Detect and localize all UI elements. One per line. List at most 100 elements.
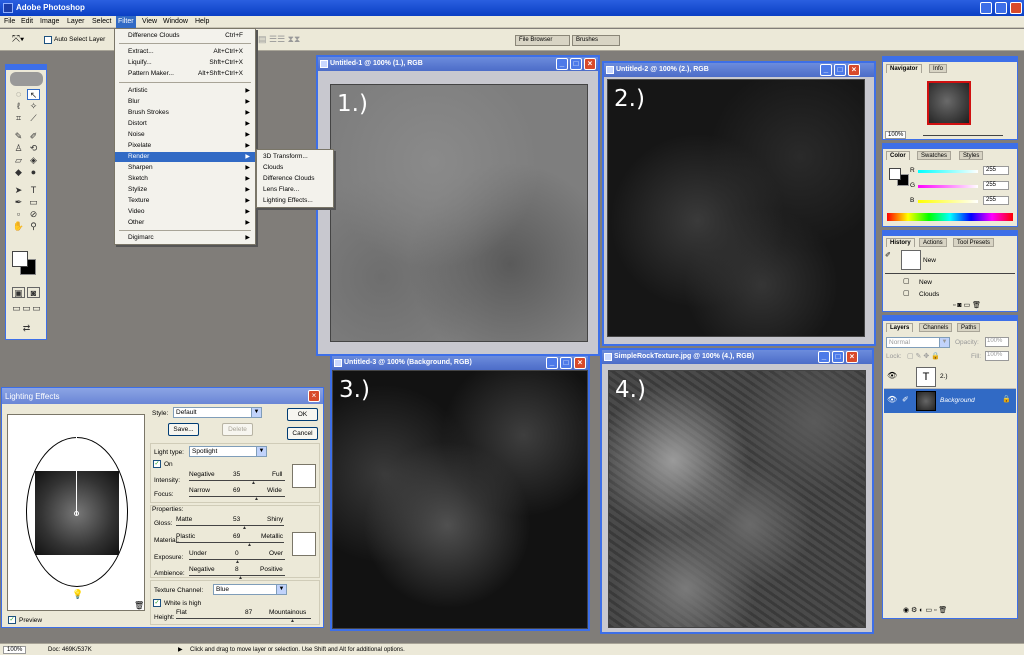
- move-tool-icon[interactable]: ⤧▾: [12, 34, 24, 45]
- material-color-swatch[interactable]: [292, 532, 316, 556]
- tab-tool-presets[interactable]: Tool Presets: [953, 238, 995, 247]
- status-arrow-icon[interactable]: ▶: [178, 646, 183, 653]
- delete-button[interactable]: Delete: [222, 423, 253, 436]
- height-slider-thumb[interactable]: ▲: [290, 618, 295, 624]
- document-window-2[interactable]: Untitled-2 @ 100% (2.), RGB _ □ × 2.): [602, 61, 876, 346]
- light-color-swatch[interactable]: [292, 464, 316, 488]
- menu-item-stylize[interactable]: Stylize ▶: [115, 185, 255, 195]
- doc3-canvas[interactable]: 3.): [332, 370, 588, 629]
- doc4-close-button[interactable]: ×: [846, 351, 858, 363]
- doc1-maximize-button[interactable]: □: [570, 58, 582, 70]
- navigator-zoom-slider[interactable]: [923, 135, 1003, 136]
- channel-r-value[interactable]: 255: [983, 166, 1009, 175]
- fill-field[interactable]: 100%: [985, 351, 1009, 361]
- hand-tool-icon[interactable]: ✋: [12, 221, 25, 232]
- path-select-icon[interactable]: ➤: [12, 185, 25, 196]
- menu-item-extract[interactable]: Extract... Alt+Ctrl+X: [115, 47, 255, 57]
- close-button[interactable]: [1010, 2, 1022, 14]
- menu-item-video[interactable]: Video ▶: [115, 207, 255, 217]
- menu-item-distort[interactable]: Distort ▶: [115, 119, 255, 129]
- move-tool-icon[interactable]: ↖: [27, 89, 40, 100]
- focus-slider-thumb[interactable]: ▲: [254, 496, 259, 502]
- quick-mask-icon[interactable]: ◙: [27, 287, 40, 298]
- status-doc-size[interactable]: Doc: 469K/537K: [48, 647, 92, 653]
- doc2-titlebar[interactable]: Untitled-2 @ 100% (2.), RGB _ □ ×: [604, 63, 874, 77]
- texture-channel-select[interactable]: Blue ▼: [213, 584, 287, 595]
- history-brush-source-icon[interactable]: ✐: [885, 251, 899, 269]
- layer-row[interactable]: 👁 T 2.): [884, 365, 1016, 389]
- gloss-slider-thumb[interactable]: ▲: [242, 525, 247, 531]
- menu-item-noise[interactable]: Noise ▶: [115, 130, 255, 140]
- stamp-tool-icon[interactable]: ♙: [12, 143, 25, 154]
- foreground-color-swatch[interactable]: [12, 251, 28, 267]
- menu-select[interactable]: Select: [92, 18, 111, 25]
- doc2-minimize-button[interactable]: _: [820, 64, 832, 76]
- layers-footer-icons[interactable]: ◉ ⚙ ◐ ▭ ▫ 🗑: [903, 606, 947, 614]
- zoom-tool-icon[interactable]: ⚲: [27, 221, 40, 232]
- doc3-titlebar[interactable]: Untitled-3 @ 100% (Background, RGB) _ □ …: [332, 356, 588, 370]
- light-on-checkbox[interactable]: ✓: [153, 460, 161, 468]
- healing-brush-icon[interactable]: ✎: [12, 131, 25, 142]
- panel-titlebar[interactable]: [883, 231, 1017, 236]
- layer-row-selected[interactable]: 👁 ✐ Background 🔒: [884, 389, 1016, 413]
- maximize-button[interactable]: [995, 2, 1007, 14]
- magic-wand-icon[interactable]: ✧: [27, 101, 40, 112]
- pen-tool-icon[interactable]: ✒: [12, 197, 25, 208]
- save-button[interactable]: Save...: [168, 423, 199, 436]
- eyedropper-icon[interactable]: ⊘: [27, 209, 40, 220]
- document-window-1[interactable]: Untitled-1 @ 100% (1.), RGB _ □ × 1.): [316, 55, 600, 356]
- blend-mode-select[interactable]: Normal ▼: [886, 337, 950, 348]
- menu-filter[interactable]: Filter: [116, 16, 136, 28]
- tab-history[interactable]: History: [886, 238, 915, 247]
- eraser-tool-icon[interactable]: ▱: [12, 155, 25, 166]
- type-tool-icon[interactable]: T: [27, 185, 40, 196]
- doc1-titlebar[interactable]: Untitled-1 @ 100% (1.), RGB _ □ ×: [318, 57, 598, 71]
- focus-slider[interactable]: [189, 496, 285, 497]
- brushes-well[interactable]: Brushes: [572, 35, 620, 46]
- material-slider-thumb[interactable]: ▲: [247, 542, 252, 548]
- doc3-maximize-button[interactable]: □: [560, 357, 572, 369]
- doc4-minimize-button[interactable]: _: [818, 351, 830, 363]
- navigator-thumbnail[interactable]: [927, 81, 971, 125]
- tab-layers[interactable]: Layers: [886, 323, 914, 332]
- channel-r-slider[interactable]: [918, 170, 978, 173]
- menu-item-difference-clouds[interactable]: Difference Clouds Ctrl+F: [115, 31, 255, 41]
- file-browser-well[interactable]: File Browser: [515, 35, 570, 46]
- tab-styles[interactable]: Styles: [959, 151, 984, 160]
- channel-g-value[interactable]: 255: [983, 181, 1009, 190]
- menu-item-render[interactable]: Render ▶: [115, 152, 255, 162]
- tab-info[interactable]: Info: [929, 64, 948, 73]
- tab-swatches[interactable]: Swatches: [917, 151, 952, 160]
- menu-item-liquify[interactable]: Liquify... Shft+Ctrl+X: [115, 58, 255, 68]
- menu-window[interactable]: Window: [163, 18, 188, 25]
- ok-button[interactable]: OK: [287, 408, 318, 421]
- document-window-3[interactable]: Untitled-3 @ 100% (Background, RGB) _ □ …: [330, 354, 590, 631]
- doc1-minimize-button[interactable]: _: [556, 58, 568, 70]
- menu-item-other[interactable]: Other ▶: [115, 218, 255, 228]
- preview-checkbox[interactable]: ✓: [8, 616, 16, 624]
- menu-item-brush-strokes[interactable]: Brush Strokes ▶: [115, 108, 255, 118]
- lock-icons[interactable]: ▢ ✎ ✥ 🔒: [907, 352, 940, 360]
- trash-icon[interactable]: 🗑: [134, 601, 144, 610]
- dodge-tool-icon[interactable]: ●: [27, 167, 40, 178]
- tab-channels[interactable]: Channels: [919, 323, 953, 332]
- doc2-canvas[interactable]: 2.): [607, 79, 865, 337]
- menu-view[interactable]: View: [142, 18, 157, 25]
- menu-item-blur[interactable]: Blur ▶: [115, 97, 255, 107]
- submenu-item-lens-flare[interactable]: Lens Flare...: [257, 185, 333, 195]
- white-high-checkbox[interactable]: ✓: [153, 599, 161, 607]
- bucket-tool-icon[interactable]: ◈: [27, 155, 40, 166]
- light-type-select[interactable]: Spotlight ▼: [189, 446, 267, 457]
- status-zoom[interactable]: 100%: [3, 646, 27, 654]
- tab-paths[interactable]: Paths: [957, 323, 981, 332]
- doc1-canvas[interactable]: 1.): [330, 84, 588, 342]
- opacity-field[interactable]: 100%: [985, 337, 1009, 347]
- tab-actions[interactable]: Actions: [919, 238, 947, 247]
- doc1-close-button[interactable]: ×: [584, 58, 596, 70]
- history-item[interactable]: ▢ Clouds: [901, 289, 1015, 299]
- shape-tool-icon[interactable]: ▭: [27, 197, 40, 208]
- document-window-4[interactable]: SimpleRockTexture.jpg @ 100% (4.), RGB) …: [600, 348, 874, 634]
- menu-item-sketch[interactable]: Sketch ▶: [115, 174, 255, 184]
- gloss-slider[interactable]: [176, 525, 284, 526]
- align-icons[interactable]: ▤ ☰☰ ⧗⧗: [258, 34, 300, 45]
